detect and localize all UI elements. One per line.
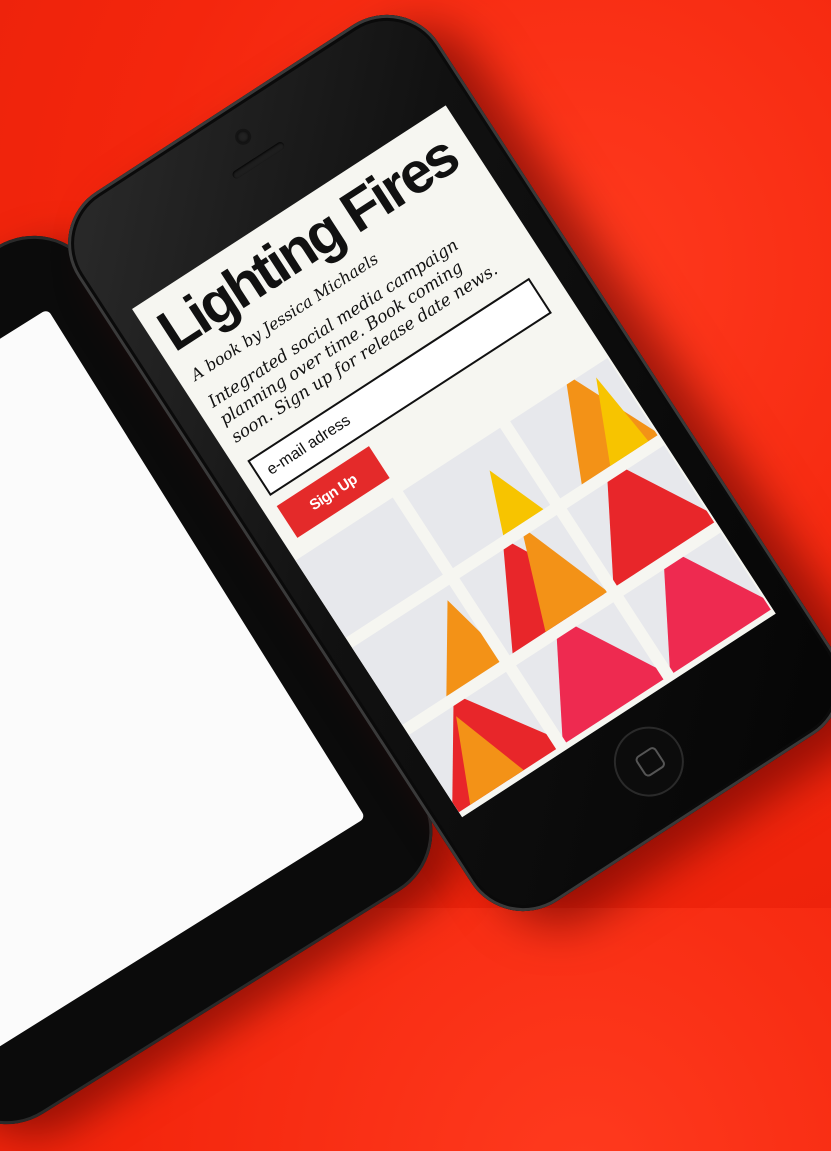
speaker-grille bbox=[231, 140, 286, 180]
home-square-icon bbox=[633, 745, 667, 779]
home-button[interactable] bbox=[600, 713, 698, 810]
camera-icon bbox=[234, 128, 252, 146]
